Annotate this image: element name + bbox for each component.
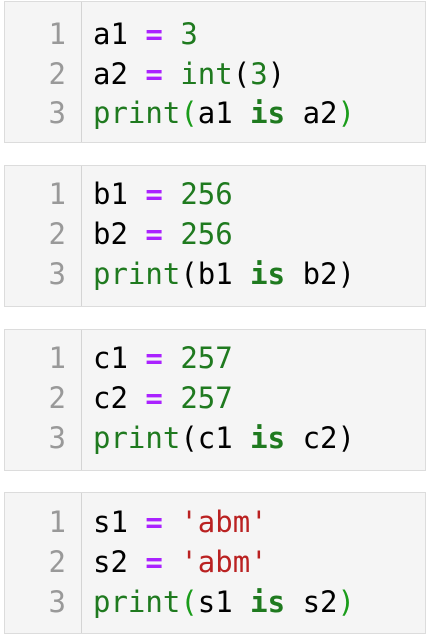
close-paren: ) — [337, 257, 355, 291]
code-cell-1[interactable]: 1 2 3 a1 = 3 a2 = int(3) print(a1 is a2) — [4, 1, 426, 143]
code-line[interactable]: print(a1 is a2) — [93, 93, 355, 134]
variable-name: a1 — [93, 17, 128, 51]
code-cell-4[interactable]: 1 2 3 s1 = 'abm' s2 = 'abm' print(s1 is … — [4, 492, 426, 634]
variable-name: c2 — [302, 421, 338, 455]
number-literal: 256 — [180, 217, 233, 251]
code-line[interactable]: print(s1 is s2) — [93, 582, 355, 623]
close-paren: ) — [337, 96, 355, 130]
assignment-operator: = — [145, 381, 163, 415]
close-paren: ) — [267, 57, 286, 91]
builtin-function: int — [180, 57, 233, 91]
variable-name: b2 — [93, 217, 128, 251]
code-line[interactable]: s1 = 'abm' — [93, 502, 268, 543]
assignment-operator: = — [145, 177, 163, 211]
open-paren: ( — [180, 257, 198, 291]
assignment-operator: = — [145, 545, 163, 579]
open-paren: ( — [180, 585, 198, 619]
code-line[interactable]: a2 = int(3) — [93, 54, 285, 95]
number-literal: 256 — [180, 177, 233, 211]
keyword: is — [250, 585, 286, 619]
assignment-operator: = — [145, 341, 163, 375]
open-paren: ( — [180, 96, 198, 130]
variable-name: s2 — [302, 585, 338, 619]
builtin-function: print — [93, 257, 181, 291]
builtin-function: print — [93, 585, 181, 619]
keyword: is — [250, 96, 286, 130]
string-literal: 'abm' — [180, 505, 268, 539]
number-literal: 3 — [250, 57, 268, 91]
line-number-gutter: 1 2 3 — [5, 2, 82, 142]
builtin-function: print — [93, 96, 181, 130]
variable-name: c1 — [93, 341, 128, 375]
code-line[interactable]: a1 = 3 — [93, 14, 198, 55]
builtin-function: print — [93, 421, 181, 455]
code-line[interactable]: s2 = 'abm' — [93, 542, 268, 583]
variable-name: s1 — [93, 505, 128, 539]
variable-name: a2 — [302, 96, 338, 130]
assignment-operator: = — [145, 217, 163, 251]
line-number-gutter: 1 2 3 — [5, 330, 82, 470]
assignment-operator: = — [145, 57, 163, 91]
line-number-gutter: 1 2 3 — [5, 166, 82, 306]
line-number: 3 — [48, 96, 66, 130]
code-line[interactable]: b2 = 256 — [93, 214, 233, 255]
code-line[interactable]: c1 = 257 — [93, 338, 233, 379]
line-number-gutter: 1 2 3 — [5, 493, 82, 633]
line-number: 3 — [48, 257, 66, 291]
code-line[interactable]: print(c1 is c2) — [93, 418, 355, 459]
line-number: 2 — [48, 217, 66, 251]
line-number: 2 — [48, 57, 66, 91]
line-number: 3 — [48, 585, 66, 619]
keyword: is — [250, 257, 286, 291]
line-number: 1 — [48, 341, 66, 375]
variable-name: b1 — [197, 257, 233, 291]
code-cell-3[interactable]: 1 2 3 c1 = 257 c2 = 257 print(c1 is c2) — [4, 329, 426, 471]
variable-name: s2 — [93, 545, 128, 579]
assignment-operator: = — [145, 505, 163, 539]
line-number: 3 — [48, 421, 66, 455]
variable-name: c2 — [93, 381, 128, 415]
close-paren: ) — [337, 585, 355, 619]
line-number: 2 — [48, 545, 66, 579]
string-literal: 'abm' — [180, 545, 268, 579]
variable-name: a2 — [93, 57, 128, 91]
line-number: 1 — [48, 17, 66, 51]
line-number: 1 — [48, 177, 66, 211]
number-literal: 257 — [180, 381, 233, 415]
assignment-operator: = — [145, 17, 163, 51]
open-paren: ( — [232, 57, 251, 91]
variable-name: a1 — [197, 96, 233, 130]
close-paren: ) — [337, 421, 355, 455]
variable-name: b2 — [302, 257, 338, 291]
code-line[interactable]: c2 = 257 — [93, 378, 233, 419]
code-line[interactable]: b1 = 256 — [93, 174, 233, 215]
variable-name: c1 — [197, 421, 233, 455]
variable-name: b1 — [93, 177, 128, 211]
number-literal: 3 — [180, 17, 198, 51]
open-paren: ( — [180, 421, 198, 455]
keyword: is — [250, 421, 286, 455]
number-literal: 257 — [180, 341, 233, 375]
line-number: 2 — [48, 381, 66, 415]
code-cell-2[interactable]: 1 2 3 b1 = 256 b2 = 256 print(b1 is b2) — [4, 165, 426, 307]
code-line[interactable]: print(b1 is b2) — [93, 254, 355, 295]
variable-name: s1 — [197, 585, 233, 619]
line-number: 1 — [48, 505, 66, 539]
